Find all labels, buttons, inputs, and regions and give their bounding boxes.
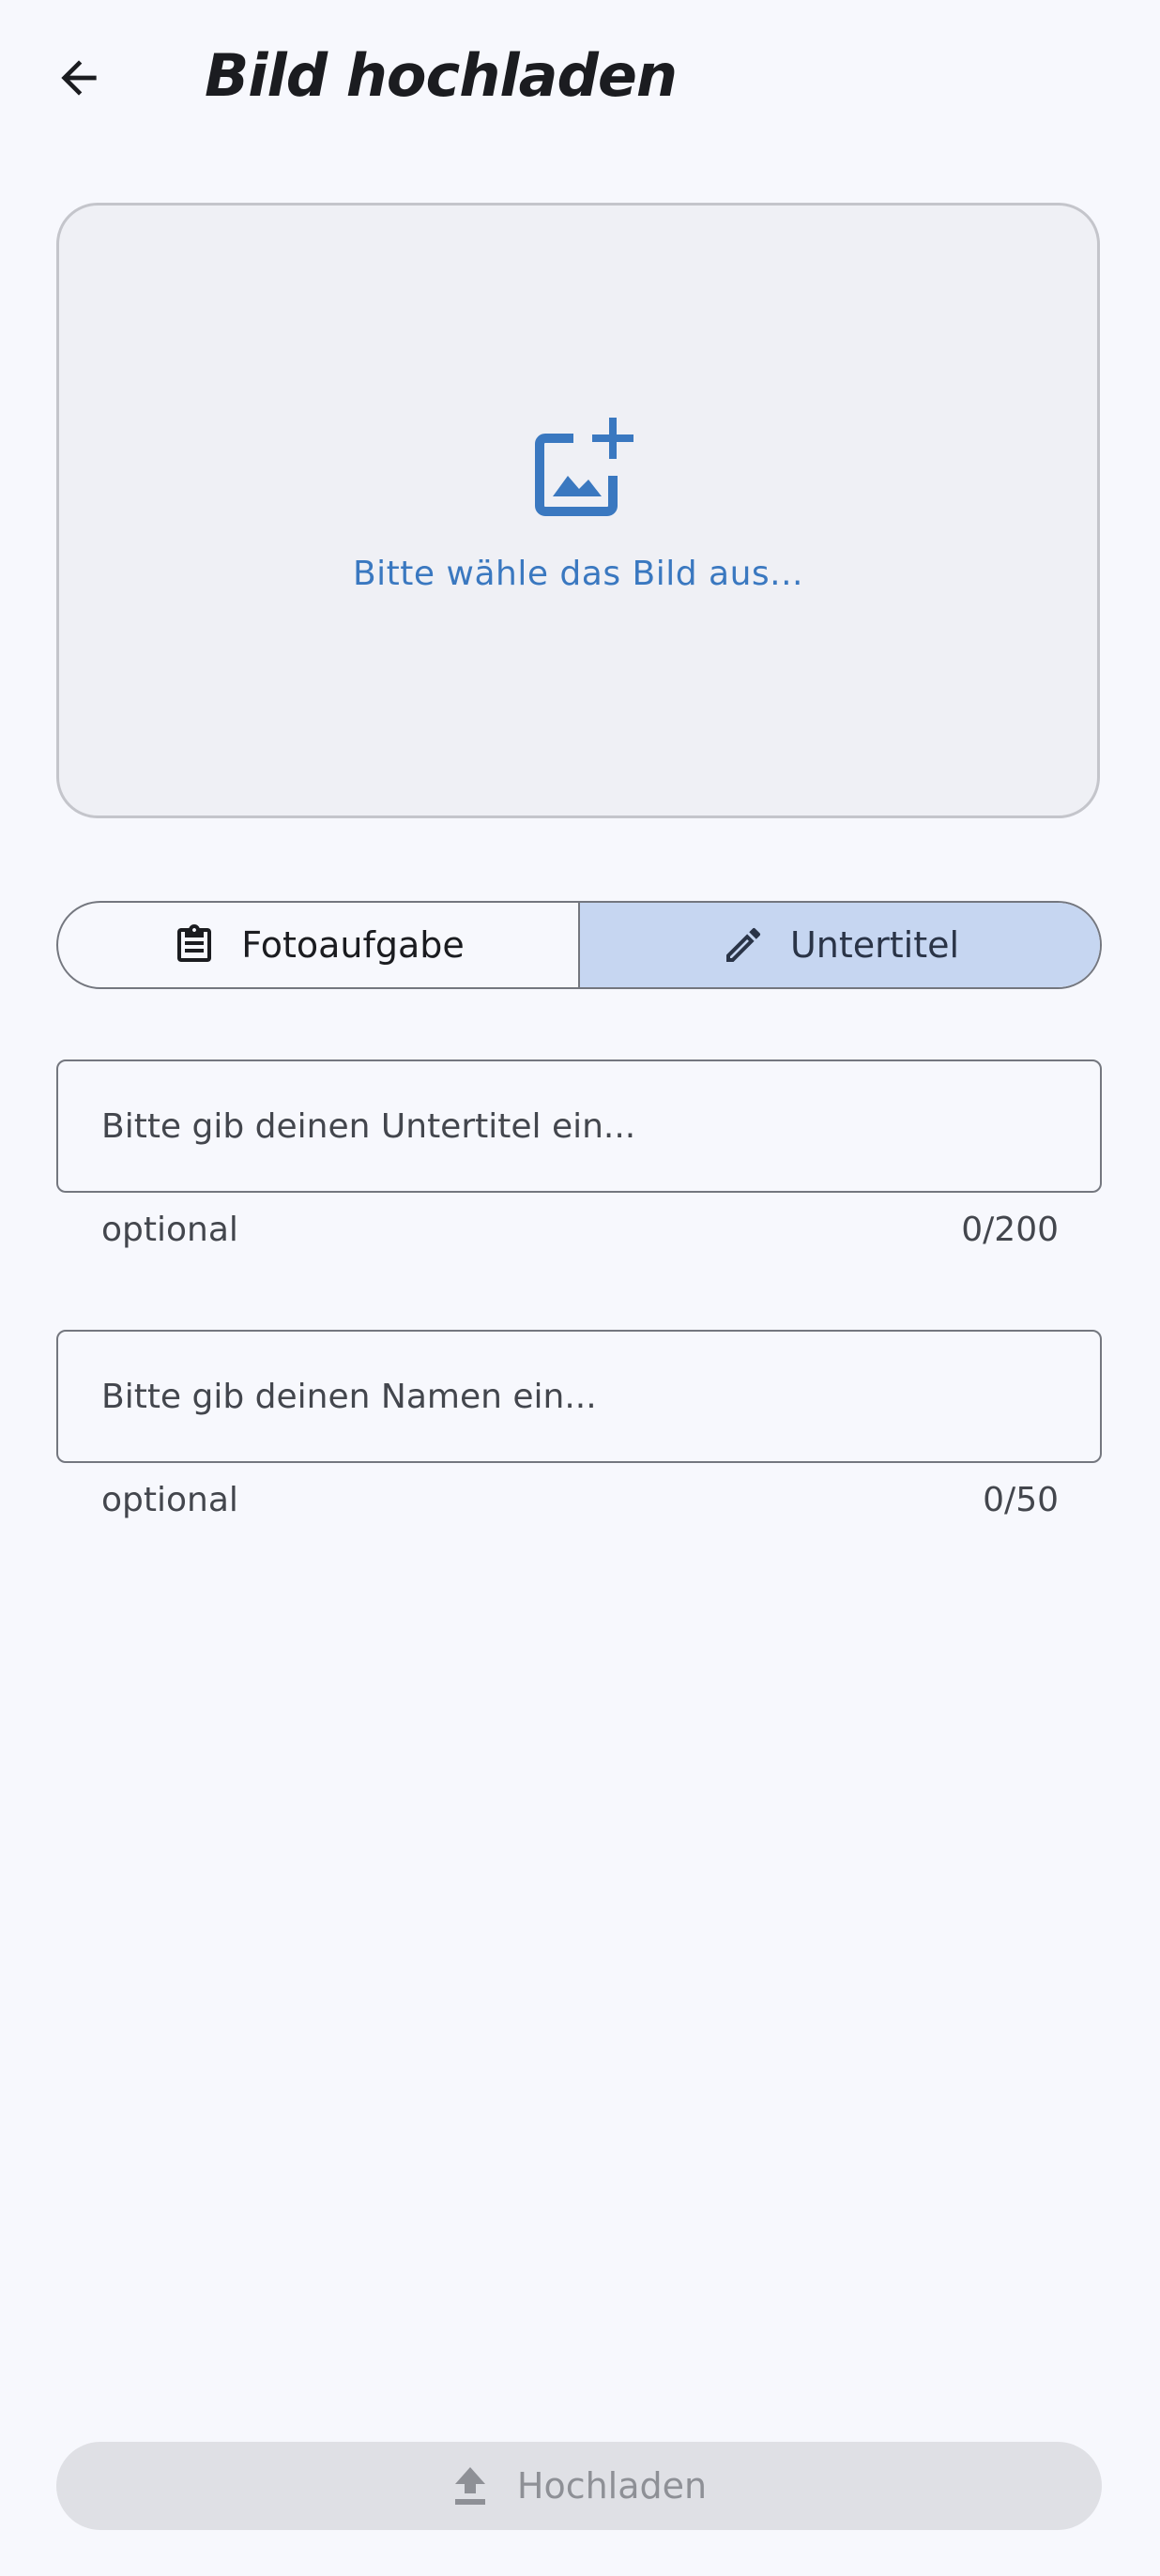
segment-untertitel[interactable]: Untertitel: [578, 903, 1100, 987]
name-input-placeholder: Bitte gib deinen Namen ein...: [101, 1377, 597, 1416]
back-button[interactable]: [41, 38, 116, 118]
clipboard-icon: [177, 924, 212, 962]
caption-helper-text: optional: [101, 1211, 238, 1249]
segment-fotoaufgabe[interactable]: Fotoaufgabe: [58, 903, 578, 987]
pencil-icon: [725, 927, 760, 962]
image-picker-prompt: Bitte wähle das Bild aus...: [352, 555, 803, 593]
name-char-counter: 0/50: [983, 1481, 1059, 1519]
upload-button-label: Hochladen: [516, 2465, 708, 2507]
caption-char-counter: 0/200: [961, 1211, 1059, 1249]
caption-input-placeholder: Bitte gib deinen Untertitel ein...: [101, 1106, 636, 1146]
segment-untertitel-label: Untertitel: [789, 924, 960, 966]
arrow-back-icon: [61, 60, 97, 96]
upload-icon: [454, 2467, 485, 2505]
name-input[interactable]: Bitte gib deinen Namen ein...: [56, 1330, 1102, 1463]
upload-button[interactable]: Hochladen: [56, 2442, 1102, 2530]
caption-input[interactable]: Bitte gib deinen Untertitel ein...: [56, 1059, 1102, 1193]
top-app-bar: Bild hochladen: [0, 0, 1160, 160]
add-photo-icon: [535, 418, 633, 516]
name-helper-text: optional: [101, 1481, 238, 1519]
image-picker[interactable]: Bitte wähle das Bild aus...: [56, 203, 1100, 818]
segment-fotoaufgabe-label: Fotoaufgabe: [241, 924, 465, 966]
page-title: Bild hochladen: [205, 41, 678, 110]
mode-segmented-control: Fotoaufgabe Untertitel: [56, 901, 1102, 989]
